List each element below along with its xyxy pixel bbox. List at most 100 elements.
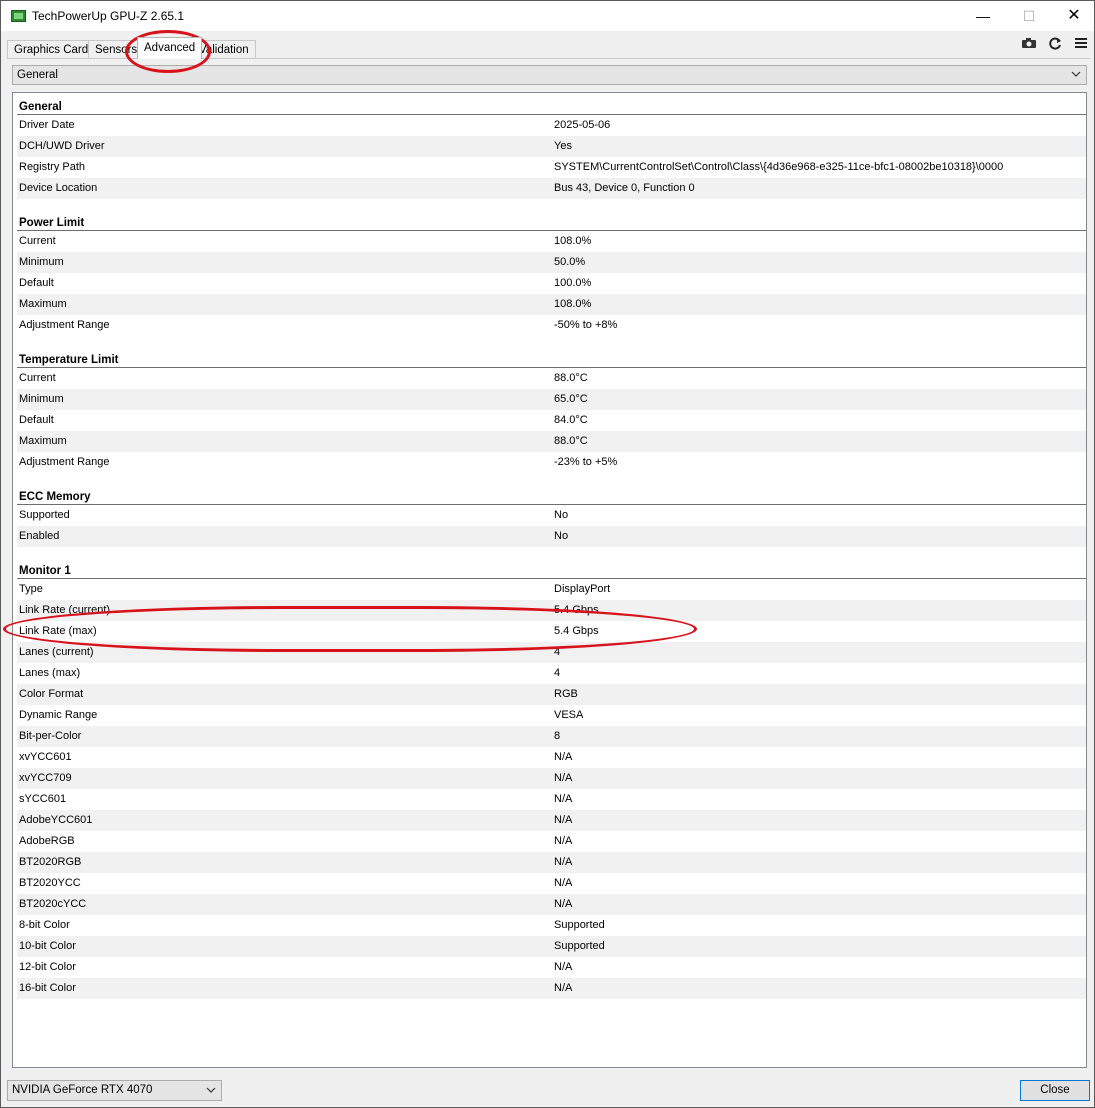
info-row-value: N/A <box>554 898 573 910</box>
info-row[interactable]: DCH/UWD Driver Yes <box>17 136 1086 157</box>
info-row-label: Driver Date <box>19 119 75 131</box>
info-row-label: BT2020cYCC <box>19 898 87 910</box>
info-row-label: Registry Path <box>19 161 86 173</box>
info-row-value: N/A <box>554 793 573 805</box>
info-row-value: 4 <box>554 667 561 679</box>
info-row[interactable]: Maximum 88.0°C <box>17 431 1086 452</box>
info-row[interactable]: 8-bit Color Supported <box>17 915 1086 936</box>
info-row[interactable]: Link Rate (max) 5.4 Gbps <box>17 621 1086 642</box>
info-row-value: N/A <box>554 856 573 868</box>
info-row[interactable]: Driver Date 2025-05-06 <box>17 115 1086 136</box>
tab-graphics-card[interactable]: Graphics Card <box>7 40 96 59</box>
info-group: ECC Memory Supported No Enabled No <box>17 483 1086 547</box>
gpu-select-value: NVIDIA GeForce RTX 4070 <box>12 1084 153 1096</box>
info-row[interactable]: Supported No <box>17 505 1086 526</box>
info-row[interactable]: AdobeRGB N/A <box>17 831 1086 852</box>
info-row-label: Default <box>19 414 54 426</box>
info-row-value: 4 <box>554 646 561 658</box>
info-row-label: Default <box>19 277 54 289</box>
tab-advanced[interactable]: Advanced <box>137 37 203 59</box>
info-row-value: Yes <box>554 140 572 152</box>
info-row[interactable]: Default 100.0% <box>17 273 1086 294</box>
info-row-value: -50% to +8% <box>554 319 618 331</box>
info-row-value: No <box>554 509 569 521</box>
info-row[interactable]: 10-bit Color Supported <box>17 936 1086 957</box>
info-row-value: 65.0°C <box>554 393 588 405</box>
info-row-value: 50.0% <box>554 256 586 268</box>
window-title: TechPowerUp GPU-Z 2.65.1 <box>32 9 185 23</box>
info-row[interactable]: Device Location Bus 43, Device 0, Functio… <box>17 178 1086 199</box>
info-row-value: 84.0°C <box>554 414 588 426</box>
info-row-label: Adjustment Range <box>19 456 110 468</box>
info-row-label: Minimum <box>19 393 64 405</box>
info-row-label: Lanes (max) <box>19 667 81 679</box>
info-row[interactable]: BT2020cYCC N/A <box>17 894 1086 915</box>
info-row[interactable]: Adjustment Range -23% to +5% <box>17 452 1086 473</box>
info-row-value: 5.4 Gbps <box>554 625 599 637</box>
info-row[interactable]: Current 88.0°C <box>17 368 1086 389</box>
gpu-select[interactable]: NVIDIA GeForce RTX 4070 <box>7 1080 222 1101</box>
maximize-button[interactable]: ☐ <box>1006 1 1052 31</box>
info-row[interactable]: Color Format RGB <box>17 684 1086 705</box>
info-row-label: DCH/UWD Driver <box>19 140 105 152</box>
info-row-value: Supported <box>554 940 605 952</box>
info-row-value: 88.0°C <box>554 372 588 384</box>
group-title: General <box>19 101 62 113</box>
info-row-value: N/A <box>554 814 573 826</box>
info-row[interactable]: Default 84.0°C <box>17 410 1086 431</box>
info-row-label: Supported <box>19 509 70 521</box>
info-row[interactable]: Dynamic Range VESA <box>17 705 1086 726</box>
advanced-info-panel[interactable]: General Driver Date 2025-05-06 DCH/UWD Driv… <box>12 92 1087 1068</box>
info-row[interactable]: Lanes (max) 4 <box>17 663 1086 684</box>
info-row-value: 108.0% <box>554 298 592 310</box>
info-row-value: No <box>554 530 569 542</box>
info-row[interactable]: BT2020RGB N/A <box>17 852 1086 873</box>
info-row[interactable]: Registry Path SYSTEM\CurrentControlSet\Co… <box>17 157 1086 178</box>
refresh-icon[interactable] <box>1045 37 1065 51</box>
group-title: ECC Memory <box>19 491 91 503</box>
info-row-label: Current <box>19 235 56 247</box>
info-row-label: Current <box>19 372 56 384</box>
info-row[interactable]: BT2020YCC N/A <box>17 873 1086 894</box>
info-row[interactable]: 12-bit Color N/A <box>17 957 1086 978</box>
camera-icon[interactable] <box>1019 37 1039 51</box>
info-row[interactable]: xvYCC601 N/A <box>17 747 1086 768</box>
menu-icon[interactable] <box>1071 37 1091 51</box>
info-row[interactable]: 16-bit Color N/A <box>17 978 1086 999</box>
info-row[interactable]: Type DisplayPort <box>17 579 1086 600</box>
info-row[interactable]: Lanes (current) 4 <box>17 642 1086 663</box>
info-row-value: N/A <box>554 877 573 889</box>
info-row[interactable]: sYCC601 N/A <box>17 789 1086 810</box>
category-select-value: General <box>17 69 58 81</box>
info-row[interactable]: Minimum 65.0°C <box>17 389 1086 410</box>
info-row[interactable]: Maximum 108.0% <box>17 294 1086 315</box>
info-row[interactable]: AdobeYCC601 N/A <box>17 810 1086 831</box>
info-row[interactable]: xvYCC709 N/A <box>17 768 1086 789</box>
info-row-label: Link Rate (max) <box>19 625 97 637</box>
close-window-button[interactable]: ✕ <box>1051 1 1095 31</box>
info-row-value: 5.4 Gbps <box>554 604 599 616</box>
info-row-label: 16-bit Color <box>19 982 76 994</box>
info-row-value: N/A <box>554 961 573 973</box>
info-row-label: sYCC601 <box>19 793 67 805</box>
info-row[interactable]: Enabled No <box>17 526 1086 547</box>
info-row-value: N/A <box>554 835 573 847</box>
info-row[interactable]: Current 108.0% <box>17 231 1086 252</box>
info-row-label: Maximum <box>19 298 67 310</box>
info-row-label: BT2020YCC <box>19 877 81 889</box>
info-row-label: 8-bit Color <box>19 919 70 931</box>
info-row-label: BT2020RGB <box>19 856 82 868</box>
info-row-label: Bit-per-Color <box>19 730 82 742</box>
close-button[interactable]: Close <box>1020 1080 1090 1101</box>
info-row-value: VESA <box>554 709 584 721</box>
info-row[interactable]: Bit-per-Color 8 <box>17 726 1086 747</box>
title-bar[interactable]: TechPowerUp GPU-Z 2.65.1 — ☐ ✕ <box>1 1 1094 31</box>
category-select[interactable]: General <box>12 65 1087 85</box>
info-row[interactable]: Minimum 50.0% <box>17 252 1086 273</box>
info-row[interactable]: Link Rate (current) 5.4 Gbps <box>17 600 1086 621</box>
tab-sensors[interactable]: Sensors <box>88 40 145 59</box>
info-row[interactable]: Adjustment Range -50% to +8% <box>17 315 1086 336</box>
info-row-value: RGB <box>554 688 578 700</box>
info-row-label: Lanes (current) <box>19 646 94 658</box>
minimize-button[interactable]: — <box>960 1 1006 31</box>
